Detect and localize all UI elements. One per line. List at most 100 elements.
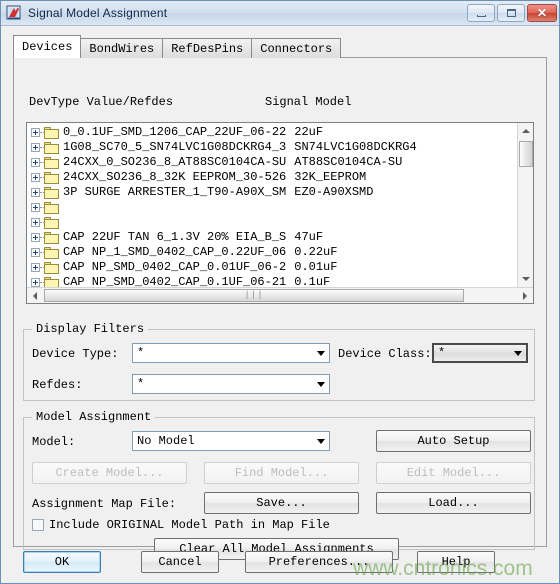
tab-bondwires[interactable]: BondWires (80, 38, 164, 58)
table-row[interactable]: 24CXX_0_SO236_8_AT88SC0104CA-SU AT88SC01… (27, 155, 517, 170)
minimize-icon (476, 14, 486, 17)
tab-bondwires-label: BondWires (89, 42, 155, 56)
table-row[interactable] (27, 215, 517, 230)
list-column-headers: DevType Value/Refdes Signal Model (29, 95, 529, 111)
device-class-combo[interactable]: * (432, 343, 528, 363)
display-filters-group: Display Filters Device Type: * Device Cl… (23, 322, 535, 401)
vertical-scroll-thumb[interactable] (519, 141, 533, 167)
dialog-client-area: Devices BondWires RefDesPins Connectors … (1, 26, 559, 583)
scroll-up-icon (522, 129, 530, 133)
scroll-grip-icon: ||| (244, 290, 264, 300)
edit-model-button[interactable]: Edit Model... (376, 462, 531, 484)
row-signal-model: AT88SC0104CA-SU (294, 155, 403, 169)
preferences-button[interactable]: Preferences... (245, 551, 393, 573)
tab-devices[interactable]: Devices (13, 35, 82, 58)
chevron-down-icon[interactable] (312, 375, 329, 393)
device-list-rows: 0_0.1UF_SMD_1206_CAP_22UF_06-22 22uF 1G0… (27, 125, 517, 290)
preferences-label: Preferences... (268, 555, 370, 569)
expand-icon[interactable] (31, 248, 40, 257)
window-controls: ✕ (467, 4, 557, 22)
close-button[interactable]: ✕ (527, 4, 557, 22)
save-label: Save... (256, 496, 307, 510)
expand-icon[interactable] (31, 158, 40, 167)
help-button[interactable]: Help (417, 551, 495, 573)
column-header-signal-model: Signal Model (265, 95, 352, 109)
expand-icon[interactable] (31, 233, 40, 242)
model-combo[interactable]: No Model (132, 431, 330, 451)
expand-icon[interactable] (31, 173, 40, 182)
table-row[interactable]: 0_0.1UF_SMD_1206_CAP_22UF_06-22 22uF (27, 125, 517, 140)
load-button[interactable]: Load... (376, 492, 531, 514)
refdes-combo[interactable]: * (132, 374, 330, 394)
chevron-down-icon[interactable] (312, 344, 329, 362)
create-model-button[interactable]: Create Model... (32, 462, 187, 484)
refdes-value: * (137, 377, 145, 391)
minimize-button[interactable] (467, 4, 495, 22)
table-row[interactable] (27, 200, 517, 215)
scroll-down-button[interactable] (518, 271, 533, 287)
device-list[interactable]: 0_0.1UF_SMD_1206_CAP_22UF_06-22 22uF 1G0… (26, 122, 534, 304)
row-signal-model: 0.22uF (294, 245, 338, 259)
expand-icon[interactable] (31, 128, 40, 137)
row-signal-model: 22uF (294, 125, 324, 139)
help-label: Help (441, 555, 471, 569)
folder-icon (44, 171, 59, 184)
row-devtype: 3P SURGE ARRESTER_1_T90-A90X_SM (63, 185, 287, 199)
expand-icon[interactable] (31, 188, 40, 197)
save-button[interactable]: Save... (204, 492, 359, 514)
table-row[interactable]: CAP NP_SMD_0402_CAP_0.01UF_06-2 0.01uF (27, 260, 517, 275)
checkbox-icon[interactable] (32, 519, 44, 531)
dialog-footer: OK Cancel Preferences... Help (1, 547, 559, 583)
cancel-button[interactable]: Cancel (141, 551, 219, 573)
expand-icon[interactable] (31, 203, 40, 212)
window-title: Signal Model Assignment (28, 6, 168, 20)
tab-refdespins-label: RefDesPins (171, 42, 244, 56)
device-type-label: Device Type: (32, 347, 119, 361)
tab-connectors[interactable]: Connectors (251, 38, 342, 58)
device-list-vertical-scrollbar[interactable] (517, 123, 533, 287)
expand-icon[interactable] (31, 218, 40, 227)
find-model-button[interactable]: Find Model... (204, 462, 359, 484)
device-list-horizontal-scrollbar[interactable]: ||| (27, 287, 533, 303)
app-icon (6, 5, 22, 21)
folder-icon (44, 231, 59, 244)
create-model-label: Create Model... (55, 466, 164, 480)
close-icon: ✕ (536, 6, 548, 20)
device-type-combo[interactable]: * (132, 343, 330, 363)
folder-icon (44, 261, 59, 274)
chevron-down-icon[interactable] (509, 345, 526, 361)
auto-setup-button[interactable]: Auto Setup (376, 430, 531, 452)
include-original-path-checkbox-row[interactable]: Include ORIGINAL Model Path in Map File (32, 518, 330, 532)
display-filters-legend: Display Filters (32, 322, 149, 336)
device-class-value: * (438, 346, 446, 360)
expand-icon[interactable] (31, 263, 40, 272)
title-bar: Signal Model Assignment ✕ (1, 1, 559, 26)
tab-refdespins[interactable]: RefDesPins (162, 38, 253, 58)
expand-icon[interactable] (31, 278, 40, 287)
chevron-down-icon[interactable] (312, 432, 329, 450)
scroll-left-button[interactable] (27, 288, 43, 303)
table-row[interactable]: 3P SURGE ARRESTER_1_T90-A90X_SM EZ0-A90X… (27, 185, 517, 200)
row-signal-model: 0.01uF (294, 260, 338, 274)
folder-icon (44, 246, 59, 259)
row-signal-model: 32K_EEPROM (294, 170, 367, 184)
maximize-button[interactable] (497, 4, 525, 22)
table-row[interactable]: 1G08_SC70_5_SN74LVC1G08DCKRG4_3 SN74LVC1… (27, 140, 517, 155)
table-row[interactable]: CAP 22UF TAN 6_1.3V 20% EIA_B_S 47uF (27, 230, 517, 245)
table-row[interactable]: CAP NP_1_SMD_0402_CAP_0.22UF_06 0.22uF (27, 245, 517, 260)
scroll-up-button[interactable] (518, 123, 533, 139)
find-model-label: Find Model... (234, 466, 329, 480)
folder-icon (44, 201, 59, 214)
scroll-down-icon (522, 277, 530, 281)
folder-icon (44, 216, 59, 229)
row-devtype: CAP NP_SMD_0402_CAP_0.01UF_06-2 (63, 260, 287, 274)
ok-button[interactable]: OK (23, 551, 101, 573)
expand-icon[interactable] (31, 143, 40, 152)
row-signal-model: 47uF (294, 230, 324, 244)
table-row[interactable]: 24CXX_SO236_8_32K EEPROM_30-526 32K_EEPR… (27, 170, 517, 185)
tab-strip: Devices BondWires RefDesPins Connectors (13, 35, 342, 58)
horizontal-scroll-thumb[interactable]: ||| (44, 289, 464, 302)
row-devtype: 1G08_SC70_5_SN74LVC1G08DCKRG4_3 (63, 140, 287, 154)
scroll-right-button[interactable] (517, 288, 533, 303)
refdes-label: Refdes: (32, 378, 83, 392)
